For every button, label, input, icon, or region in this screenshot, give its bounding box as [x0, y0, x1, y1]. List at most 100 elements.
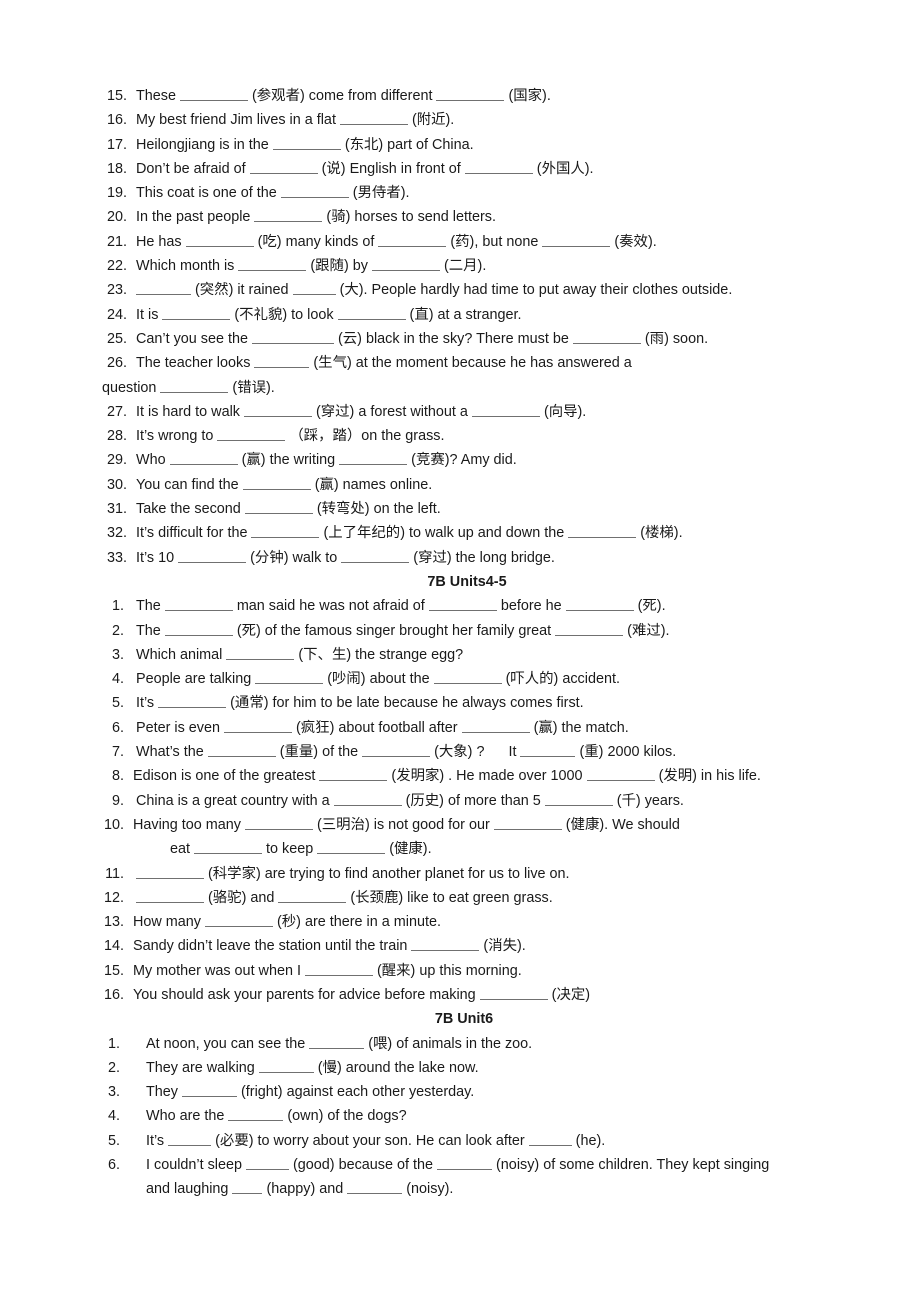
answer-blank[interactable] — [244, 500, 313, 515]
sentence-text: (生气) at the moment because he has answer… — [313, 355, 632, 372]
item-number: 33. — [106, 549, 127, 566]
answer-blank[interactable] — [309, 1034, 365, 1049]
answer-blank[interactable] — [168, 1132, 212, 1146]
sentence-text: (吵闹) about the — [327, 671, 430, 688]
answer-blank[interactable] — [568, 524, 637, 539]
answer-blank[interactable] — [254, 208, 323, 223]
answer-blank[interactable] — [411, 937, 480, 952]
answer-blank[interactable] — [254, 354, 310, 369]
answer-blank[interactable] — [178, 548, 247, 563]
answer-blank[interactable] — [180, 87, 248, 101]
answer-blank[interactable] — [272, 135, 341, 150]
sentence-text: It — [508, 744, 517, 761]
answer-blank[interactable] — [245, 816, 313, 830]
sentence-text: (醒来) up this morning. — [376, 962, 522, 979]
answer-blank[interactable] — [232, 1180, 263, 1195]
answer-blank[interactable] — [249, 160, 318, 174]
answer-blank[interactable] — [207, 743, 276, 758]
answer-blank[interactable] — [252, 330, 334, 344]
answer-blank[interactable] — [251, 524, 320, 539]
answer-blank[interactable] — [339, 111, 408, 126]
answer-blank[interactable] — [479, 986, 548, 1000]
answer-blank[interactable] — [204, 913, 273, 928]
item-number: 12. — [103, 889, 124, 906]
answer-blank[interactable] — [586, 767, 655, 782]
answer-blank[interactable] — [371, 257, 440, 272]
answer-blank[interactable] — [136, 281, 191, 296]
answer-blank[interactable] — [258, 1059, 314, 1073]
answer-blank[interactable] — [228, 1107, 284, 1122]
answer-blank[interactable] — [433, 670, 502, 685]
answer-blank[interactable] — [333, 791, 402, 806]
sentence-text: It is hard to walk — [136, 403, 240, 420]
answer-blank[interactable] — [572, 330, 641, 344]
item-number: 5. — [107, 1132, 120, 1149]
answer-blank[interactable] — [304, 961, 373, 976]
answer-blank[interactable] — [182, 1083, 237, 1098]
answer-blank[interactable] — [164, 597, 233, 612]
answer-blank[interactable] — [217, 427, 286, 442]
answer-blank[interactable] — [255, 670, 324, 685]
answer-blank[interactable] — [242, 476, 311, 490]
answer-blank[interactable] — [136, 889, 204, 903]
exercise-item: 6. I couldn’t sleep (good) because of the… — [102, 1153, 862, 1177]
answer-blank[interactable] — [319, 767, 388, 782]
answer-blank[interactable] — [194, 840, 263, 855]
answer-blank[interactable] — [246, 1156, 289, 1171]
sentence-text: (向导). — [543, 403, 587, 420]
answer-blank[interactable] — [544, 791, 613, 806]
answer-blank[interactable] — [158, 694, 227, 709]
answer-blank[interactable] — [362, 743, 431, 758]
item-body: I couldn’t sleep (good) because of the (… — [146, 1153, 862, 1177]
sentence-text: How many — [133, 914, 201, 931]
answer-blank[interactable] — [378, 233, 447, 247]
item-body: Can’t you see the (云) black in the sky? … — [136, 327, 862, 351]
answer-blank[interactable] — [243, 403, 312, 417]
exercise-item: 18. Don’t be afraid of (说) English in fro… — [102, 157, 862, 181]
answer-blank[interactable] — [437, 1156, 493, 1171]
sentence-text: (吓人的) accident. — [505, 671, 620, 688]
answer-blank[interactable] — [464, 160, 533, 174]
item-number: 31. — [106, 501, 127, 518]
answer-blank[interactable] — [292, 281, 336, 296]
answer-blank[interactable] — [280, 184, 349, 199]
answer-blank[interactable] — [317, 840, 386, 855]
answer-blank[interactable] — [226, 646, 295, 660]
answer-blank[interactable] — [347, 1180, 403, 1195]
answer-blank[interactable] — [528, 1132, 572, 1146]
answer-blank[interactable] — [555, 621, 624, 636]
answer-blank[interactable] — [164, 621, 233, 636]
answer-blank[interactable] — [565, 597, 634, 612]
answer-blank[interactable] — [162, 305, 231, 320]
item-number: 2. — [107, 1059, 120, 1076]
answer-blank[interactable] — [461, 718, 530, 733]
item-body: The teacher looks (生气) at the moment bec… — [136, 351, 862, 375]
answer-blank[interactable] — [520, 743, 576, 758]
exercise-item: 17. Heilongjiang is in the (东北) part of C… — [102, 133, 862, 157]
answer-blank[interactable] — [224, 718, 292, 733]
item-body: At noon, you can see the (喂) of animals … — [146, 1032, 862, 1056]
item-number: 27. — [106, 403, 127, 420]
answer-blank[interactable] — [471, 403, 540, 417]
item-number: 4. — [111, 671, 124, 688]
answer-blank[interactable] — [428, 597, 497, 612]
answer-blank[interactable] — [185, 233, 254, 247]
answer-blank[interactable] — [136, 864, 204, 879]
item-body: They (fright) against each other yesterd… — [146, 1080, 862, 1104]
answer-blank[interactable] — [493, 816, 562, 830]
item-number: 32. — [106, 525, 127, 542]
exercise-item: 3. Which animal (下、生) the strange egg? — [102, 643, 862, 667]
answer-blank[interactable] — [160, 378, 229, 393]
sentence-text: You should ask your parents for advice b… — [133, 986, 476, 1003]
answer-blank[interactable] — [169, 451, 238, 466]
answer-blank[interactable] — [436, 87, 505, 101]
sentence-text: (大象) ? — [434, 744, 485, 761]
exercise-item: 2. The (死) of the famous singer brought h… — [102, 619, 862, 643]
sentence-text: (跟随) by — [310, 258, 368, 275]
answer-blank[interactable] — [339, 451, 408, 466]
answer-blank[interactable] — [542, 233, 611, 247]
answer-blank[interactable] — [337, 305, 406, 320]
answer-blank[interactable] — [278, 889, 347, 903]
answer-blank[interactable] — [341, 548, 410, 563]
answer-blank[interactable] — [238, 257, 307, 272]
